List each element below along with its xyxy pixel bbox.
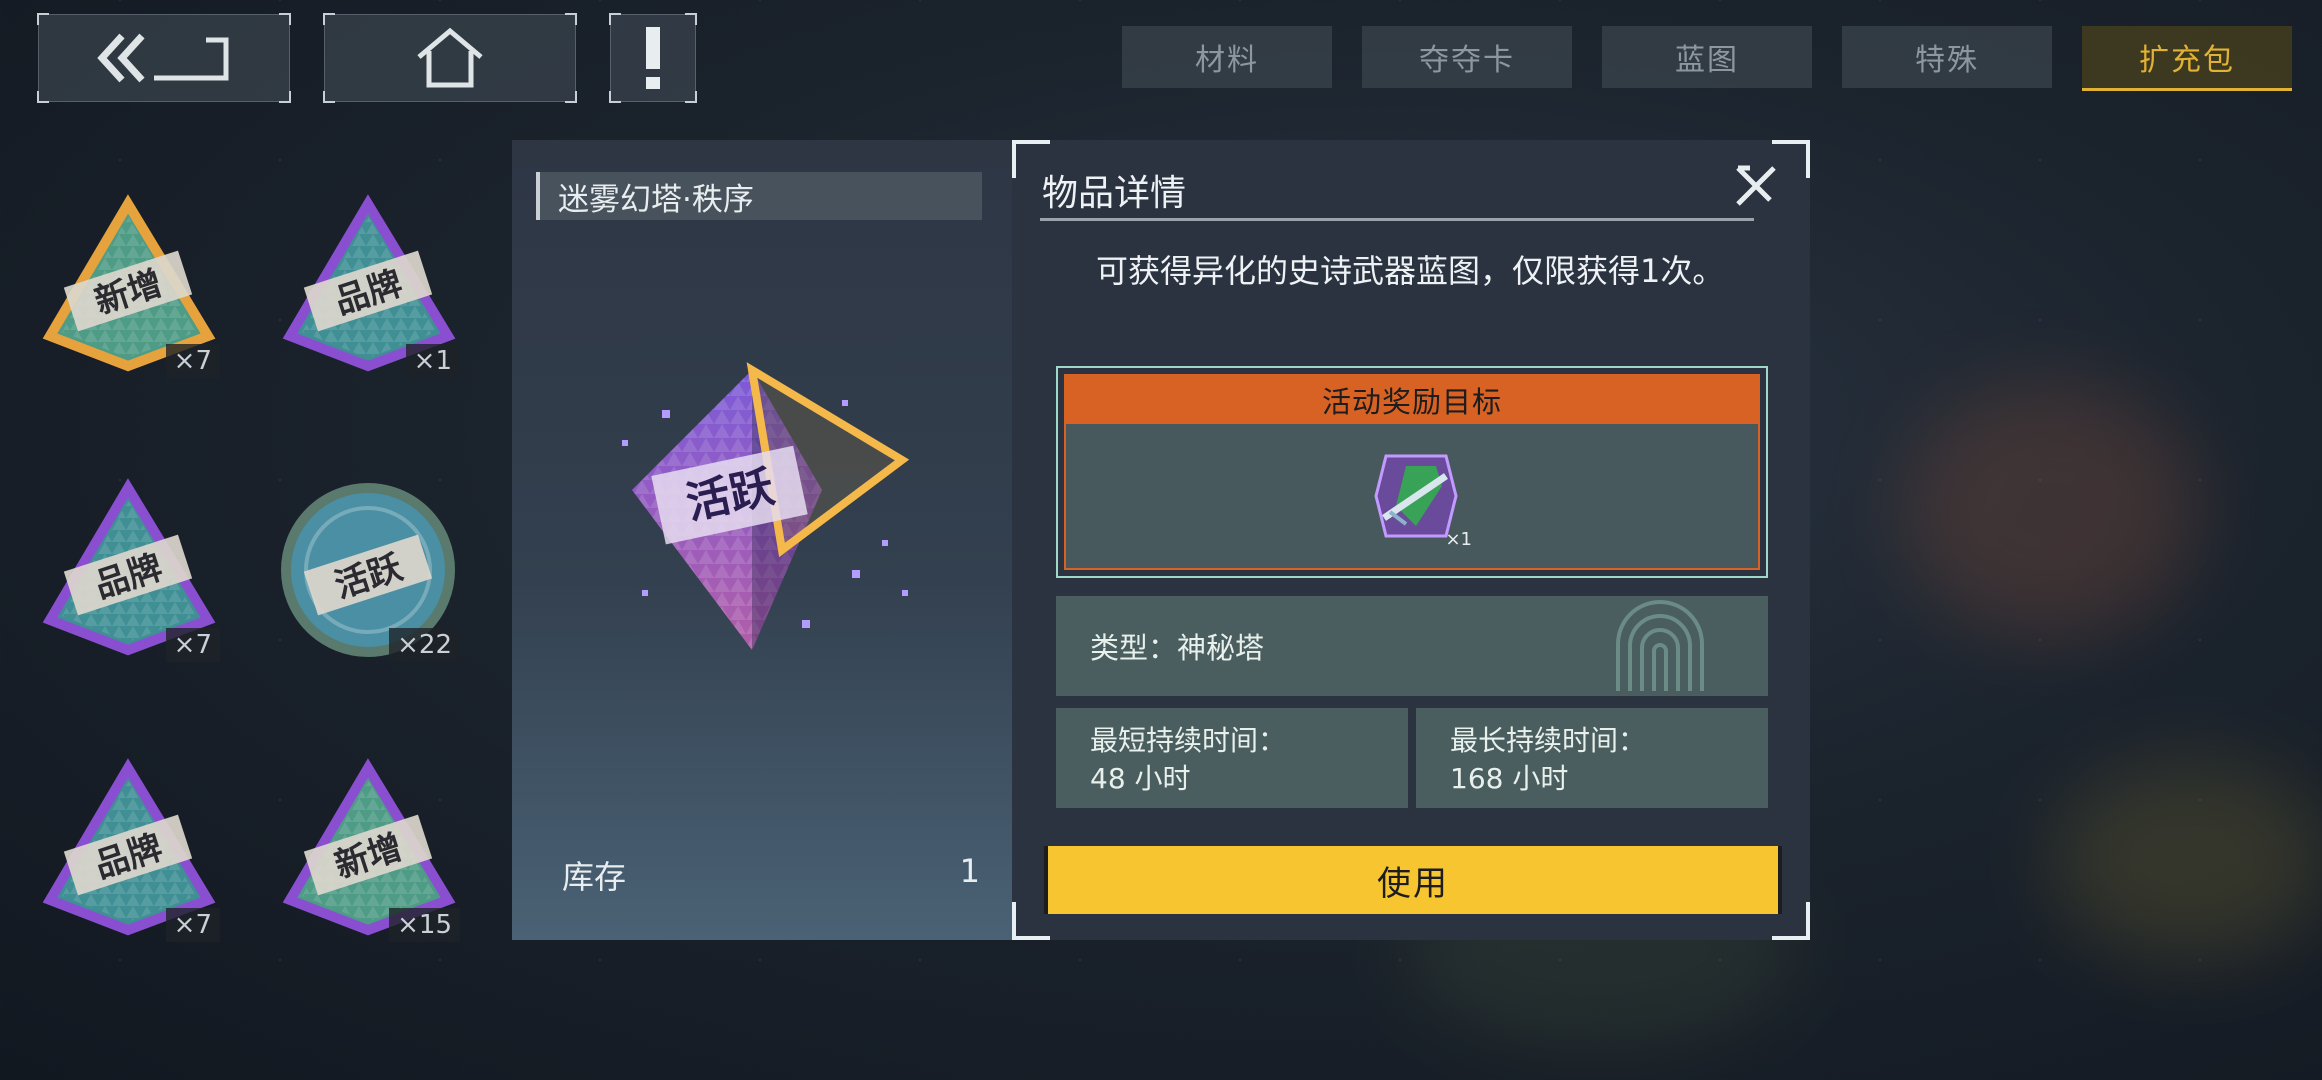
item-name: 迷雾幻塔·秩序 <box>536 172 982 220</box>
exclamation-icon <box>646 27 660 89</box>
item-preview-panel: 迷雾幻塔·秩序 活跃 库存 1 <box>512 140 1012 940</box>
home-button[interactable] <box>323 13 577 103</box>
info-button[interactable] <box>609 13 697 103</box>
item-detail-panel: 物品详情 可获得异化的史诗武器蓝图，仅限获得1次。 活动奖励目标 ×1 类型：神… <box>1012 140 1810 940</box>
reward-count: ×1 <box>1445 529 1472 550</box>
fingerprint-icon <box>1616 600 1704 691</box>
double-chevron-back-icon <box>97 33 229 83</box>
tab-materials[interactable]: 材料 <box>1122 26 1332 88</box>
title-divider <box>1040 218 1754 221</box>
max-duration-value: 168 小时 <box>1450 762 1569 795</box>
inventory-item[interactable]: 新增 ×7 <box>28 186 228 386</box>
reward-header: 活动奖励目标 <box>1066 376 1758 424</box>
item-description: 可获得异化的史诗武器蓝图，仅限获得1次。 <box>1096 252 1725 290</box>
item-type-text: 类型：神秘塔 <box>1090 631 1265 665</box>
pack-icon: 活跃 <box>622 362 910 650</box>
tab-expansion-pack[interactable]: 扩充包 <box>2082 26 2292 91</box>
min-duration-value: 48 小时 <box>1090 762 1191 795</box>
item-count: ×22 <box>389 628 460 662</box>
tab-special[interactable]: 特殊 <box>1842 26 2052 88</box>
item-type: 类型：神秘塔 <box>1056 596 1768 696</box>
stock-label: 库存 <box>562 858 627 896</box>
detail-title: 物品详情 <box>1042 173 1187 214</box>
item-count: ×7 <box>165 344 220 378</box>
item-count: ×15 <box>389 908 460 942</box>
inventory-item[interactable]: 品牌 ×7 <box>28 750 228 950</box>
reward-item[interactable]: ×1 <box>1366 446 1472 550</box>
max-duration-box: 最长持续时间： 168 小时 <box>1416 708 1768 808</box>
max-duration-label: 最长持续时间： <box>1450 724 1647 757</box>
item-count: ×7 <box>165 628 220 662</box>
min-duration-label: 最短持续时间： <box>1090 724 1287 757</box>
inventory-item[interactable]: 活跃 ×22 <box>268 470 468 670</box>
stock-value: 1 <box>959 852 980 890</box>
close-icon[interactable] <box>1728 158 1784 214</box>
home-icon <box>417 27 483 88</box>
inventory-item[interactable]: 品牌 ×7 <box>28 470 228 670</box>
tab-blueprints[interactable]: 蓝图 <box>1602 26 1812 88</box>
item-count: ×1 <box>405 344 460 378</box>
inventory-item[interactable]: 新增 ×15 <box>268 750 468 950</box>
inventory-item[interactable]: 品牌 ×1 <box>268 186 468 386</box>
tab-cards[interactable]: 夺夺卡 <box>1362 26 1572 88</box>
back-button[interactable] <box>37 13 291 103</box>
use-button[interactable]: 使用 <box>1044 846 1782 914</box>
min-duration-box: 最短持续时间： 48 小时 <box>1056 708 1408 808</box>
item-count: ×7 <box>165 908 220 942</box>
reward-target-box: 活动奖励目标 ×1 <box>1056 366 1768 578</box>
